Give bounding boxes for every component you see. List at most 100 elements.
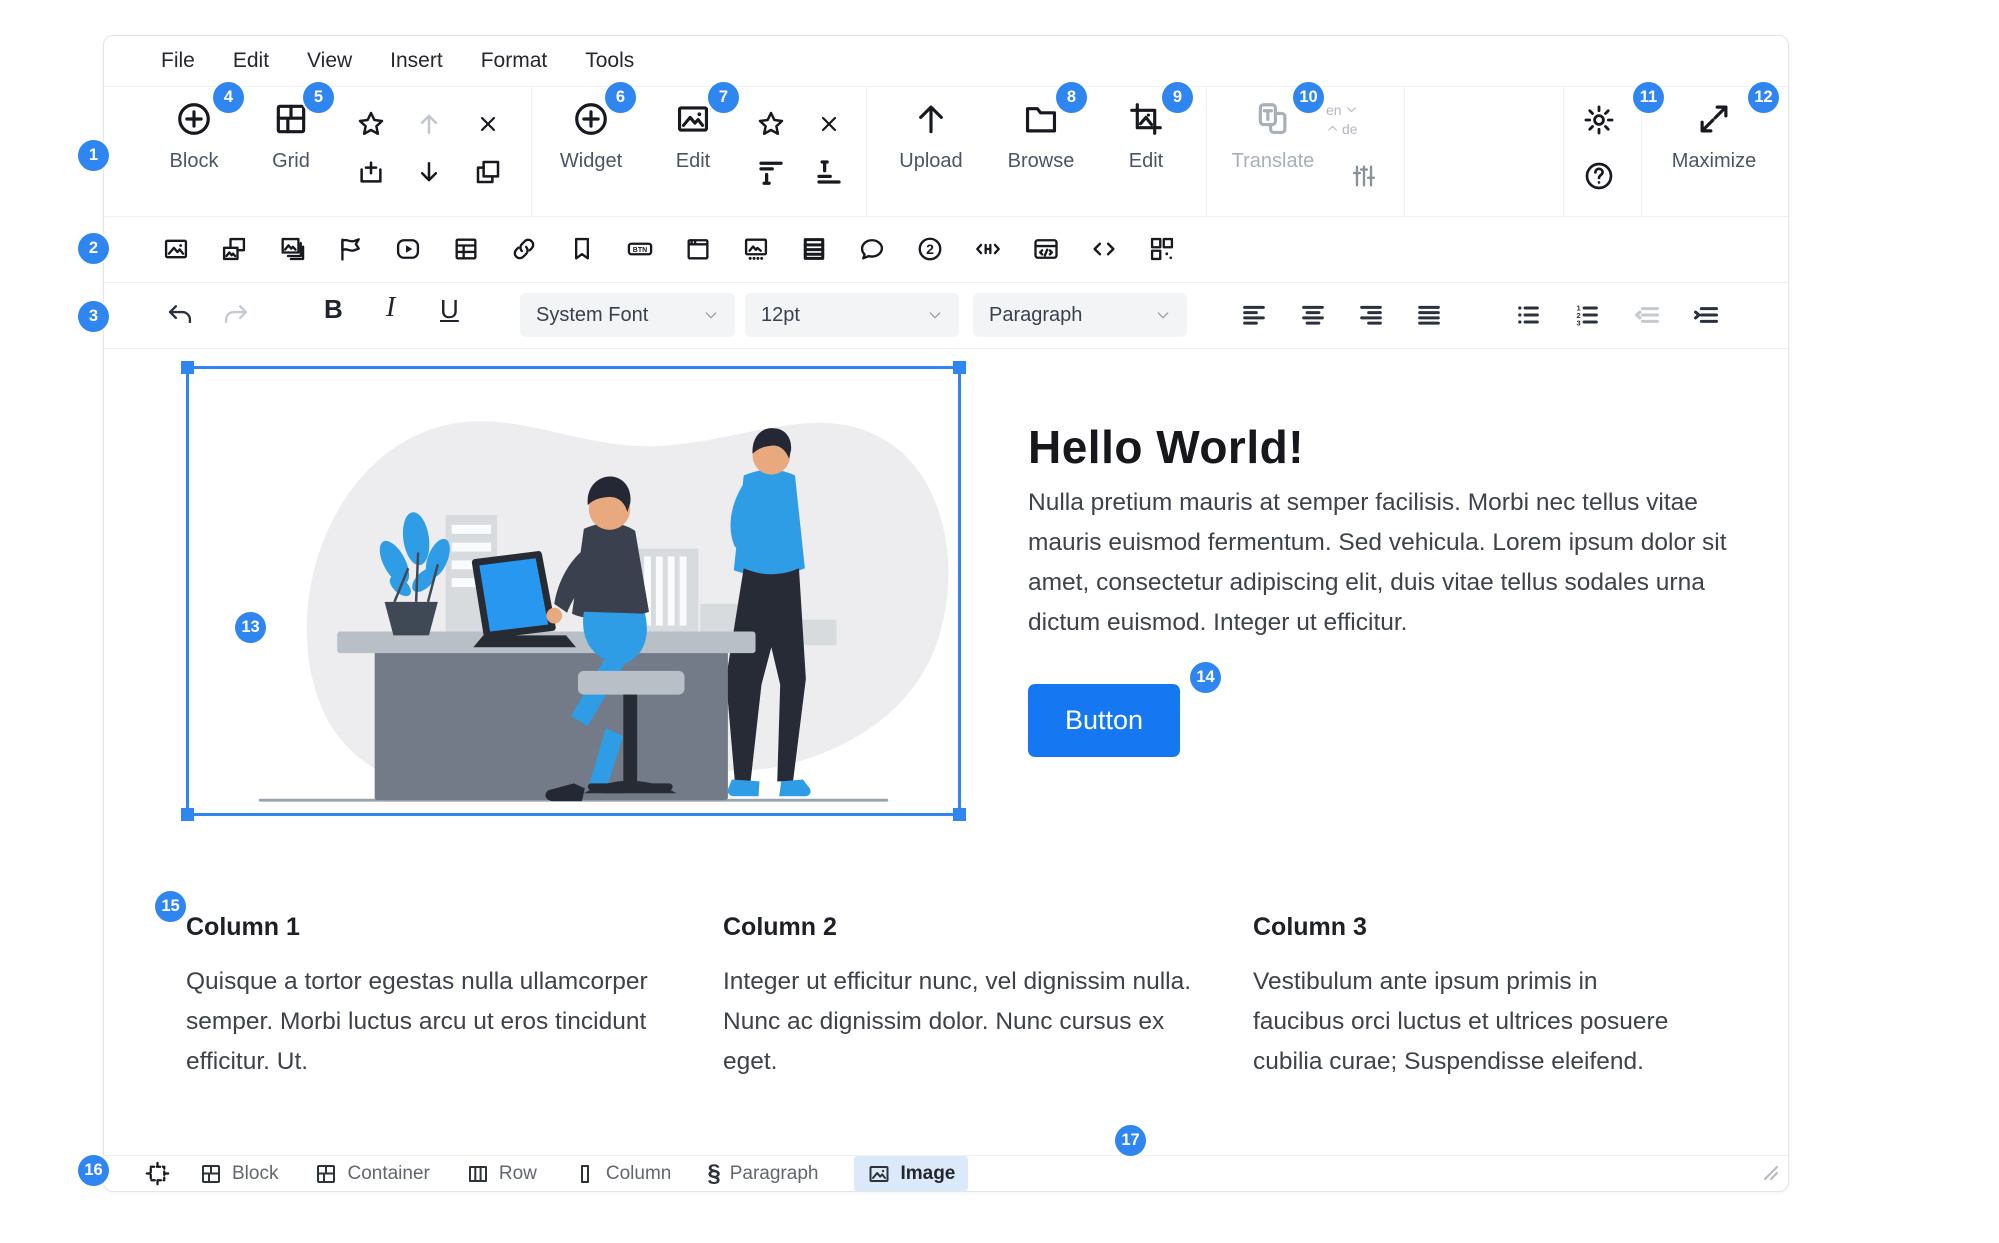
align-left-button[interactable] xyxy=(1240,301,1268,329)
callout-badge-15: 15 xyxy=(155,891,186,922)
content-column-1[interactable]: Column 1 Quisque a tortor egestas nulla … xyxy=(186,913,656,1082)
callout-badge-12: 12 xyxy=(1748,82,1779,113)
insert-banner-button[interactable] xyxy=(336,235,364,263)
callout-badge-6: 6 xyxy=(605,82,636,113)
move-up-button[interactable] xyxy=(407,104,451,144)
move-down-button[interactable] xyxy=(407,152,451,192)
favorite-star-button[interactable] xyxy=(749,104,793,144)
insert-comment-button[interactable] xyxy=(858,235,886,263)
insert-heading-button[interactable] xyxy=(974,235,1002,263)
settings-gear-button[interactable] xyxy=(1577,100,1621,140)
align-center-button[interactable] xyxy=(1299,301,1327,329)
menu-edit[interactable]: Edit xyxy=(233,49,269,73)
undo-button[interactable] xyxy=(166,301,194,329)
insert-grid-button[interactable]: Grid xyxy=(239,100,343,173)
insert-table-button[interactable] xyxy=(452,235,480,263)
callout-badge-3: 3 xyxy=(78,301,109,332)
favorite-star-button[interactable] xyxy=(349,104,393,144)
folder-icon xyxy=(1022,100,1060,143)
menu-format[interactable]: Format xyxy=(481,49,548,73)
menu-file[interactable]: File xyxy=(161,49,195,73)
callout-badge-8: 8 xyxy=(1056,82,1087,113)
resize-handle-bottom-left[interactable] xyxy=(181,808,194,821)
selected-image-block[interactable] xyxy=(186,366,961,816)
insert-gallery-button[interactable] xyxy=(278,235,306,263)
resize-grip[interactable] xyxy=(1763,1165,1779,1186)
font-family-select[interactable]: System Font xyxy=(520,293,735,337)
resize-handle-top-left[interactable] xyxy=(181,361,194,374)
svg-text:BTN: BTN xyxy=(633,247,647,254)
indent-button[interactable] xyxy=(1692,301,1720,329)
insert-image-set-button[interactable] xyxy=(220,235,248,263)
callout-badge-2: 2 xyxy=(78,233,109,264)
outdent-button[interactable] xyxy=(1633,301,1661,329)
path-item-column[interactable]: Column xyxy=(573,1162,671,1186)
underline-button[interactable]: U xyxy=(440,294,459,325)
path-item-image[interactable]: Image xyxy=(854,1156,968,1191)
element-path-bar: Block Container Row Column § Paragraph I… xyxy=(104,1155,1788,1191)
upload-image-button[interactable]: Upload xyxy=(879,100,983,173)
path-item-row[interactable]: Row xyxy=(466,1162,537,1186)
toolbar-primary: Block Grid Widget Edit xyxy=(104,86,1788,217)
translate-icon xyxy=(1254,100,1292,143)
column-icon xyxy=(573,1162,597,1186)
content-column-2[interactable]: Column 2 Integer ut efficitur nunc, vel … xyxy=(723,913,1193,1082)
insert-template-button[interactable] xyxy=(684,235,712,263)
chevron-down-icon xyxy=(1345,103,1358,116)
path-item-block[interactable]: Block xyxy=(199,1162,278,1186)
content-column-3[interactable]: Column 3 Vestibulum ante ipsum primis in… xyxy=(1253,913,1673,1082)
insert-video-button[interactable] xyxy=(394,235,422,263)
remove-widget-button[interactable] xyxy=(807,104,851,144)
insert-article-button[interactable] xyxy=(800,235,828,263)
save-to-library-button[interactable] xyxy=(349,152,393,192)
content-cta-button[interactable]: Button xyxy=(1028,684,1180,757)
menu-tools[interactable]: Tools xyxy=(585,49,634,73)
language-switcher[interactable]: en de xyxy=(1326,100,1412,138)
editor-window: File Edit View Insert Format Tools Block… xyxy=(103,35,1789,1192)
duplicate-button[interactable] xyxy=(466,152,510,192)
insert-anchor-button[interactable] xyxy=(568,235,596,263)
bullet-list-button[interactable] xyxy=(1514,301,1542,329)
path-item-paragraph[interactable]: § Paragraph xyxy=(707,1160,818,1188)
language-to: de xyxy=(1342,121,1358,137)
caption-top-button[interactable] xyxy=(749,152,793,192)
italic-button[interactable]: I xyxy=(386,292,395,324)
help-button[interactable] xyxy=(1577,156,1621,196)
insert-button-button[interactable]: BTN xyxy=(626,235,654,263)
bold-button[interactable]: B xyxy=(324,294,343,325)
redo-button[interactable] xyxy=(222,301,250,329)
translate-options-button[interactable] xyxy=(1342,156,1386,196)
callout-badge-14: 14 xyxy=(1190,662,1221,693)
callout-badge-4: 4 xyxy=(213,82,244,113)
delete-block-button[interactable] xyxy=(466,104,510,144)
resize-handle-bottom-right[interactable] xyxy=(953,808,966,821)
numbered-list-button[interactable]: 123 xyxy=(1573,301,1601,329)
grid-icon xyxy=(199,1162,223,1186)
insert-embed-button[interactable] xyxy=(1032,235,1060,263)
content-heading[interactable]: Hello World! xyxy=(1028,420,1304,474)
insert-blocks-button[interactable] xyxy=(1148,235,1176,263)
insert-link-button[interactable] xyxy=(510,235,538,263)
font-size-select[interactable]: 12pt xyxy=(745,293,959,337)
focus-outline-button[interactable] xyxy=(144,1160,171,1187)
insert-steps-button[interactable]: 2 xyxy=(916,235,944,263)
content-paragraph[interactable]: Nulla pretium mauris at semper facilisis… xyxy=(1028,483,1740,643)
menu-view[interactable]: View xyxy=(307,49,352,73)
path-item-container[interactable]: Container xyxy=(314,1162,429,1186)
language-from: en xyxy=(1326,102,1342,118)
chevron-up-icon xyxy=(1326,122,1339,135)
editor-canvas[interactable]: Hello World! Nulla pretium mauris at sem… xyxy=(104,348,1788,1156)
container-icon xyxy=(314,1162,338,1186)
insert-code-button[interactable] xyxy=(1090,235,1118,263)
resize-handle-top-right[interactable] xyxy=(953,361,966,374)
insert-image-button[interactable] xyxy=(162,235,190,263)
caption-bottom-button[interactable] xyxy=(807,152,851,192)
block-format-select[interactable]: Paragraph xyxy=(973,293,1187,337)
menu-insert[interactable]: Insert xyxy=(390,49,443,73)
column-title: Column 1 xyxy=(186,913,656,942)
align-justify-button[interactable] xyxy=(1415,301,1443,329)
callout-badge-9: 9 xyxy=(1162,82,1193,113)
insert-slideshow-button[interactable] xyxy=(742,235,770,263)
maximize-button[interactable]: Maximize xyxy=(1662,100,1766,173)
align-right-button[interactable] xyxy=(1357,301,1385,329)
